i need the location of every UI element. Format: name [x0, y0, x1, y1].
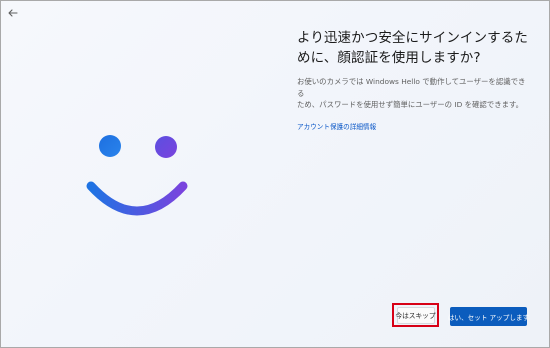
- page-title: より迅速かつ安全にサインインするた めに、顔認証を使用しますか?: [297, 30, 528, 66]
- skip-for-now-label: 今はスキップ: [395, 306, 436, 324]
- skip-for-now-button[interactable]: 今はスキップ: [392, 303, 439, 327]
- setup-content: より迅速かつ安全にサインインするた めに、顔認証を使用しますか? お使いのカメラ…: [297, 28, 531, 133]
- windows-hello-setup-screen: より迅速かつ安全にサインインするた めに、顔認証を使用しますか? お使いのカメラ…: [0, 0, 550, 348]
- setup-button[interactable]: はい、セット アップします: [448, 307, 529, 326]
- back-arrow-icon: [8, 9, 18, 17]
- smiling-face-icon: [86, 135, 188, 216]
- back-button[interactable]: [5, 5, 21, 21]
- description-text: お使いのカメラでは Windows Hello で動作してユーザーを認識できる …: [297, 77, 526, 109]
- account-protection-link[interactable]: アカウント保護の詳細情報: [297, 122, 376, 132]
- face-recognition-illustration: [83, 131, 189, 223]
